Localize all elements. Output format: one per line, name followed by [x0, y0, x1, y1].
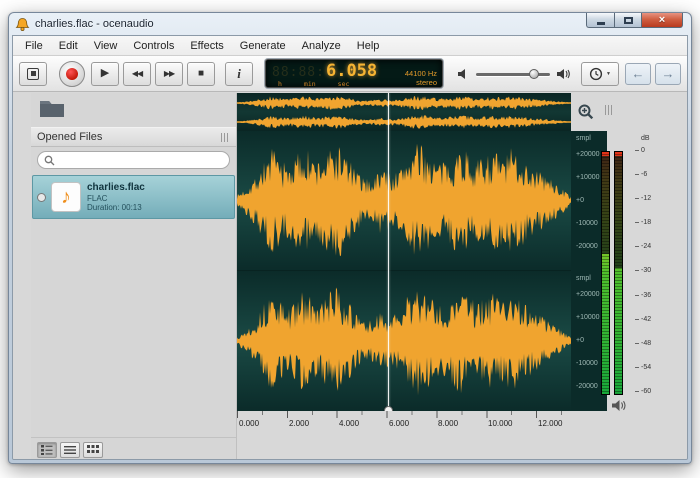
- menu-item-edit[interactable]: Edit: [51, 38, 86, 54]
- waveform-overview[interactable]: [237, 93, 571, 131]
- lcd-time: 6.058: [326, 61, 377, 81]
- file-duration: Duration: 00:13: [87, 203, 145, 212]
- menu-item-view[interactable]: View: [86, 38, 126, 54]
- fast-forward-button[interactable]: ▶▶: [155, 62, 183, 86]
- go-to-start-icon: [27, 68, 39, 80]
- files-sidebar: Opened Files ♪: [31, 93, 237, 460]
- speaker-icon: [611, 399, 627, 412]
- volume-up-icon[interactable]: [556, 68, 571, 80]
- meter-resize-handle[interactable]: [605, 105, 614, 115]
- desktop: charlies.flac - ocenaudio × File Edit Vi…: [0, 0, 700, 478]
- back-arrow-icon: ←: [632, 66, 645, 81]
- menu-item-effects[interactable]: Effects: [182, 38, 231, 54]
- volume-slider-track[interactable]: [476, 73, 550, 76]
- level-meter-right: [614, 151, 623, 395]
- lcd-channel-mode: stereo: [405, 79, 437, 88]
- titlebar[interactable]: charlies.flac - ocenaudio ×: [9, 13, 691, 35]
- info-button[interactable]: i: [225, 62, 253, 86]
- search-box[interactable]: [37, 151, 230, 169]
- file-row[interactable]: ♪ charlies.flac FLAC Duration: 00:13: [32, 175, 235, 219]
- view-list-button[interactable]: [60, 442, 80, 458]
- volume-down-icon[interactable]: [457, 68, 470, 80]
- minimize-button[interactable]: [586, 13, 614, 28]
- view-mode-bar: [31, 437, 236, 460]
- chevron-down-icon: ▼: [606, 71, 611, 77]
- search-input[interactable]: [55, 155, 223, 166]
- file-name: charlies.flac: [87, 182, 145, 194]
- go-to-start-button[interactable]: [19, 62, 47, 86]
- file-format: FLAC: [87, 194, 145, 203]
- fast-forward-icon: ▶▶: [164, 70, 174, 78]
- zoom-button[interactable]: [575, 101, 597, 123]
- ruler-label: 12.000: [538, 419, 562, 428]
- ruler-label: 2.000: [289, 419, 309, 428]
- main-area: Opened Files ♪: [13, 93, 688, 460]
- panel-resize-handle[interactable]: [221, 133, 230, 142]
- volume-slider[interactable]: [476, 68, 550, 80]
- forward-arrow-icon: →: [662, 66, 675, 81]
- ruler-label: 6.000: [389, 419, 409, 428]
- db-unit-label: dB: [641, 135, 650, 142]
- undo-back-button[interactable]: ←: [625, 63, 651, 85]
- redo-forward-button[interactable]: →: [655, 63, 681, 85]
- record-icon: [66, 68, 78, 80]
- zoom-icon: [577, 103, 595, 121]
- window-title: charlies.flac - ocenaudio: [35, 18, 154, 30]
- window-content: File Edit View Controls Effects Generate…: [12, 35, 688, 460]
- ruler-label: 8.000: [438, 419, 458, 428]
- file-list: ♪ charlies.flac FLAC Duration: 00:13: [31, 173, 236, 437]
- time-display: 88:88: 6.058 44100 Hz stereo hminsec: [265, 59, 443, 88]
- search-icon: [44, 155, 55, 166]
- grid-view-icon: [87, 445, 99, 455]
- menu-item-generate[interactable]: Generate: [232, 38, 294, 54]
- output-mute-button[interactable]: [611, 399, 627, 417]
- ruler-major-ticks: [237, 411, 571, 418]
- lcd-ghost-digits: 88:88:: [272, 65, 325, 80]
- db-scale: 0-6 -12-18 -24-30 -36-42 -48-54 -60: [635, 147, 669, 395]
- rewind-button[interactable]: ◀◀: [123, 62, 151, 86]
- menu-item-help[interactable]: Help: [349, 38, 388, 54]
- ruler-label: 10.000: [488, 419, 512, 428]
- toolbar: ▶ ◀◀ ▶▶ ■ i 88:88: 6.058 44100 Hz stereo…: [13, 56, 687, 92]
- close-button[interactable]: ×: [641, 13, 683, 28]
- minimize-icon: [597, 22, 605, 25]
- app-window: charlies.flac - ocenaudio × File Edit Vi…: [8, 12, 692, 464]
- audio-file-icon: ♪: [51, 182, 81, 212]
- app-bell-icon: [15, 17, 30, 32]
- maximize-icon: [624, 17, 633, 24]
- stop-button[interactable]: ■: [187, 62, 215, 86]
- rewind-icon: ◀◀: [132, 70, 142, 78]
- close-icon: ×: [659, 15, 665, 26]
- folder-icon: [39, 98, 65, 118]
- stop-icon: ■: [198, 69, 204, 79]
- menubar: File Edit View Controls Effects Generate…: [13, 36, 687, 56]
- volume-group: [457, 68, 571, 80]
- file-select-radio[interactable]: [37, 193, 46, 202]
- list-view-icon: [64, 445, 76, 455]
- maximize-button[interactable]: [614, 13, 641, 28]
- folder-tab-button[interactable]: [39, 98, 65, 123]
- record-button[interactable]: [59, 61, 85, 87]
- timer-button[interactable]: ▼: [581, 62, 619, 86]
- view-details-button[interactable]: [37, 442, 57, 458]
- panel-title: Opened Files: [37, 131, 102, 143]
- menu-item-analyze[interactable]: Analyze: [294, 38, 349, 54]
- details-view-icon: [41, 445, 53, 455]
- play-button[interactable]: ▶: [91, 62, 119, 86]
- clock-icon: [589, 67, 603, 81]
- menu-item-file[interactable]: File: [17, 38, 51, 54]
- ruler-label: 0.000: [239, 419, 259, 428]
- waveform-canvas[interactable]: [237, 131, 571, 411]
- volume-slider-thumb[interactable]: [529, 69, 539, 79]
- waveform-zone: smpl +20000 +10000 +0 -10000 -20000 smpl…: [237, 93, 607, 411]
- level-meter-left: [601, 151, 610, 395]
- playhead: [388, 93, 389, 411]
- info-icon: i: [237, 66, 241, 82]
- time-ruler[interactable]: 0.000 2.000 4.000 6.000 8.000 10.000 12.…: [237, 411, 571, 431]
- menu-item-controls[interactable]: Controls: [125, 38, 182, 54]
- view-grid-button[interactable]: [83, 442, 103, 458]
- panel-header: Opened Files: [31, 127, 236, 147]
- ruler-label: 4.000: [339, 419, 359, 428]
- play-icon: ▶: [101, 68, 109, 79]
